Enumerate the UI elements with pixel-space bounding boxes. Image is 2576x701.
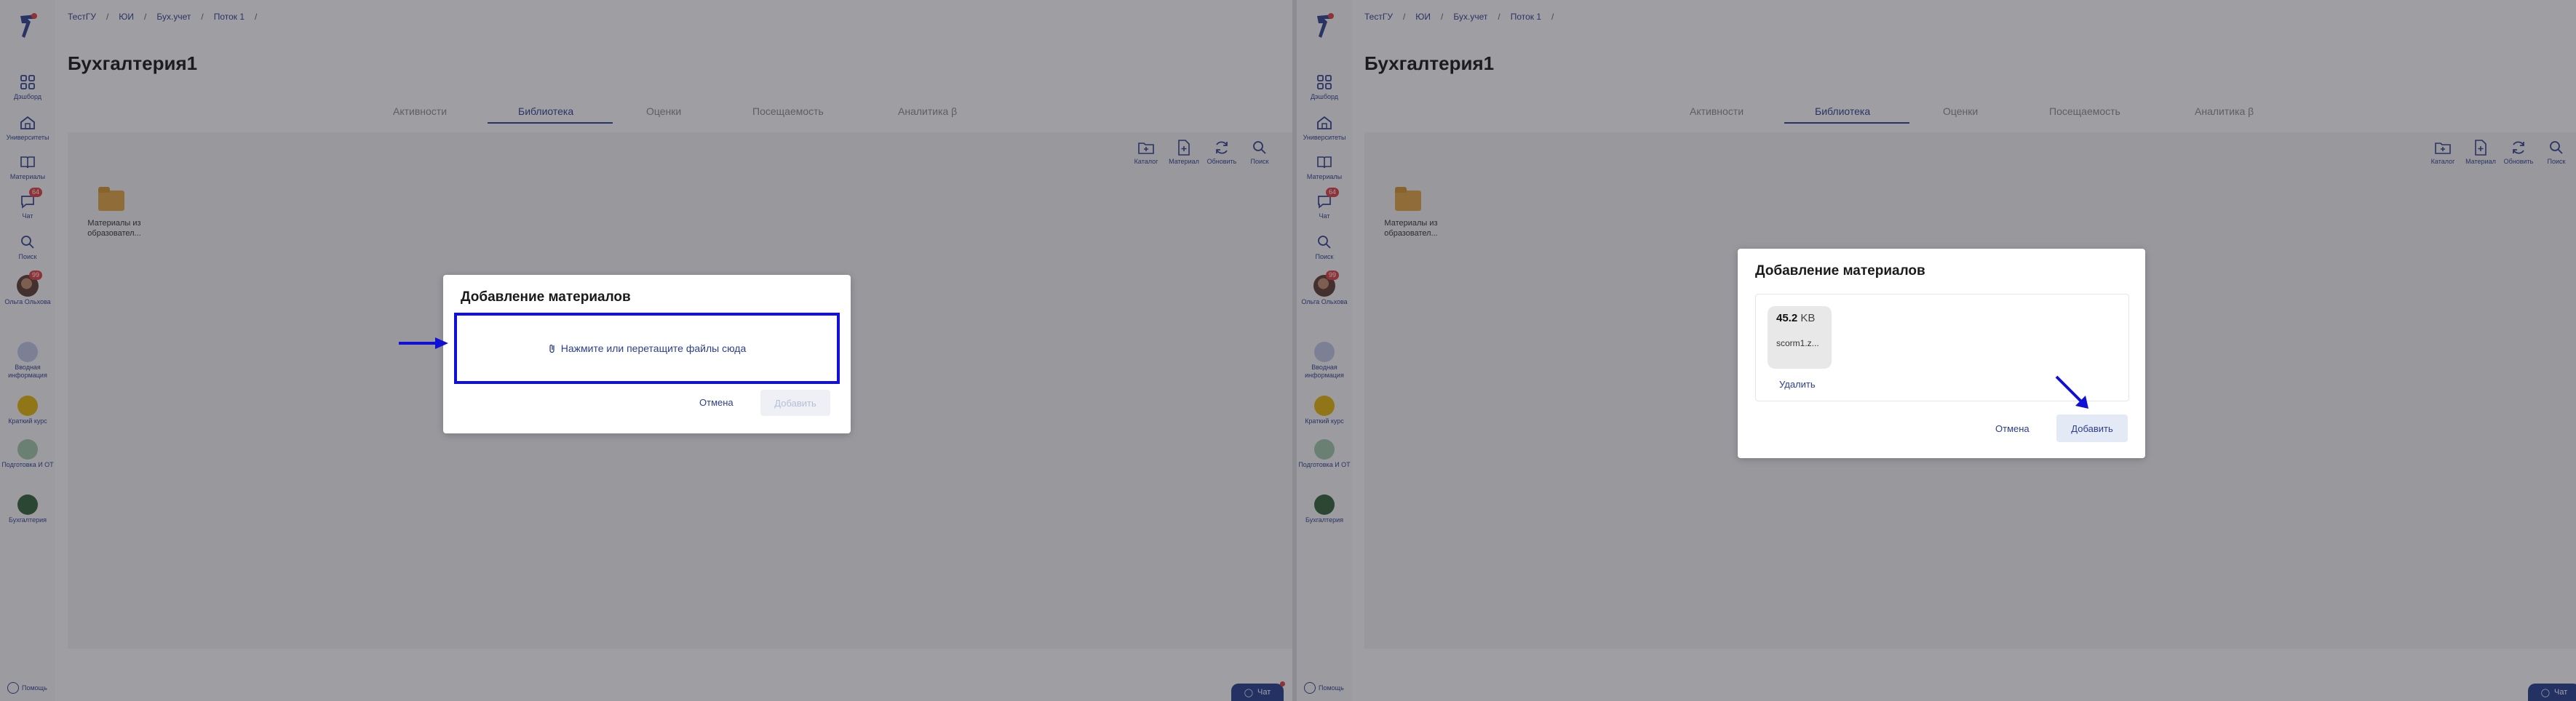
add-button[interactable]: Добавить [2056,414,2128,442]
add-materials-dialog: Добавление материалов Нажмите или перета… [443,275,851,433]
file-size: 45.2 KB [1776,312,1815,324]
pointer-arrow-icon [399,337,448,349]
left-screen: Дэшборд Университеты Материалы 64 Чат По… [0,0,1292,701]
dialog-title: Добавление материалов [1755,263,1925,279]
file-name: scorm1.z... [1776,338,1819,348]
file-size-unit: KB [1800,312,1816,324]
paperclip-icon [549,344,554,353]
dropzone-text: Нажмите или перетащите файлы сюда [560,343,747,354]
file-dropzone[interactable]: Нажмите или перетащите файлы сюда [454,313,840,384]
cancel-button[interactable]: Отмена [699,397,734,408]
add-button[interactable]: Добавить [760,390,830,416]
remove-file-link[interactable]: Удалить [1779,379,1816,390]
add-materials-dialog: Добавление материалов 45.2 KB scorm1.z..… [1738,249,2145,458]
right-screen: Дэшборд Университеты Материалы 64 Чат По… [1297,0,2576,701]
dialog-title: Добавление материалов [461,289,631,305]
file-card[interactable]: 45.2 KB scorm1.z... [1768,306,1832,369]
file-size-value: 45.2 [1776,312,1798,324]
cancel-button[interactable]: Отмена [1995,423,2030,434]
pointer-arrow-icon [2055,375,2088,409]
screenshot-composite: Дэшборд Университеты Материалы 64 Чат По… [0,0,2576,701]
